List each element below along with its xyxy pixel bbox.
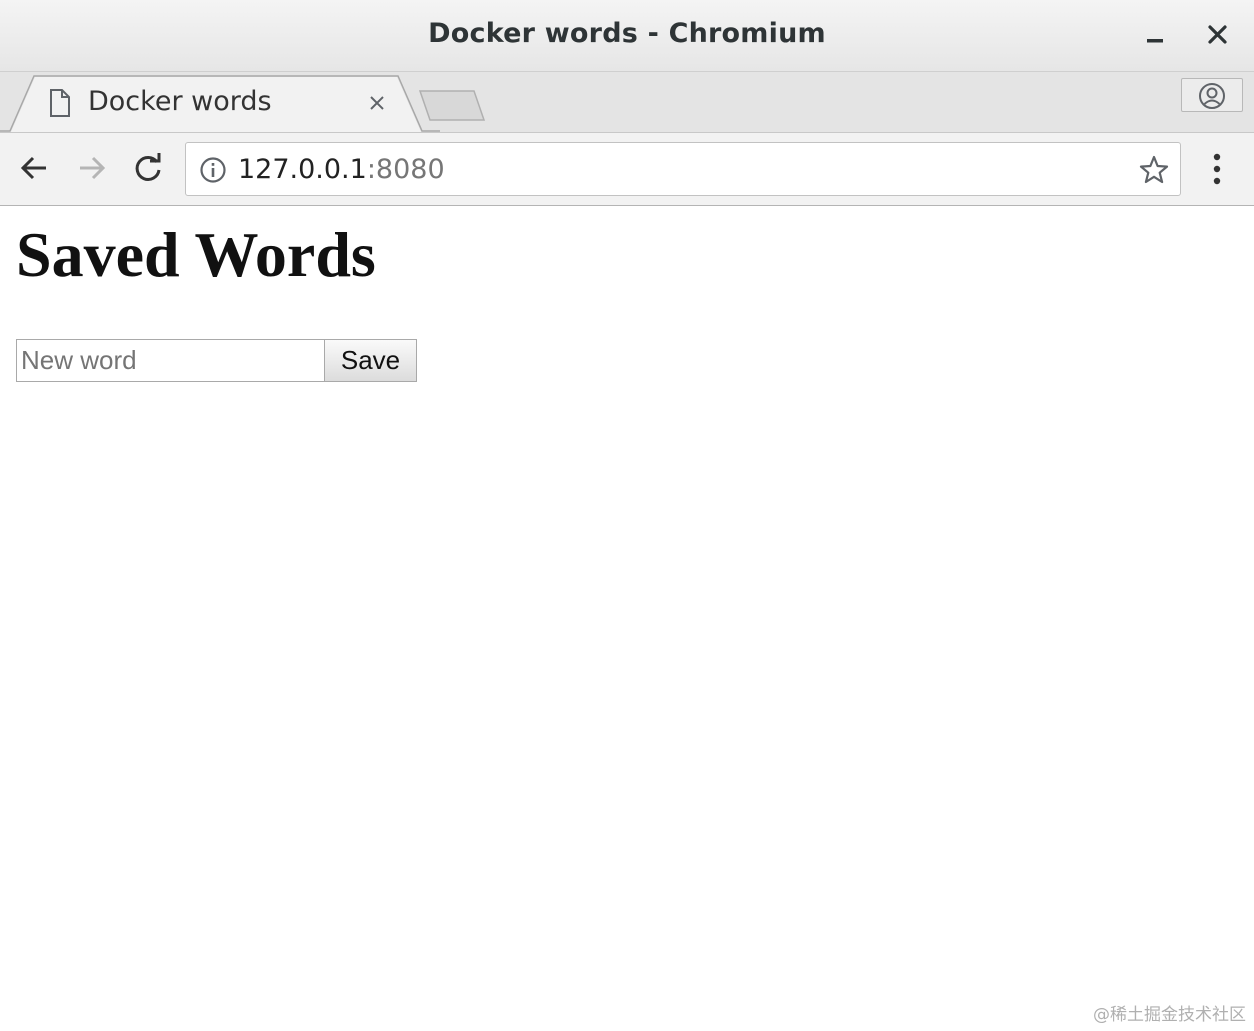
back-button[interactable] xyxy=(18,151,52,185)
close-window-button[interactable] xyxy=(1203,20,1233,50)
new-tab-button[interactable] xyxy=(416,86,488,126)
address-bar[interactable]: 127.0.0.1:8080 xyxy=(185,142,1181,196)
tab-label: Docker words xyxy=(88,86,272,117)
kebab-menu-icon[interactable] xyxy=(1204,150,1230,188)
new-word-input[interactable] xyxy=(16,339,325,382)
person-icon xyxy=(1199,83,1225,109)
url-host: 127.0.0.1 xyxy=(238,154,367,185)
minimize-button[interactable] xyxy=(1141,20,1171,50)
reload-button[interactable] xyxy=(131,151,165,185)
page-icon xyxy=(50,89,70,117)
url-text[interactable]: 127.0.0.1:8080 xyxy=(238,154,445,185)
url-port: :8080 xyxy=(366,154,445,185)
save-button[interactable]: Save xyxy=(324,339,417,382)
tab-close-button[interactable] xyxy=(366,92,388,114)
page-title: Saved Words xyxy=(16,219,376,290)
tab-strip: Docker words xyxy=(0,72,1254,132)
watermark: @稀土掘金技术社区 xyxy=(1093,1005,1246,1025)
window-titlebar: Docker words - Chromium xyxy=(0,0,1254,72)
info-icon[interactable] xyxy=(199,156,227,184)
forward-button[interactable] xyxy=(74,151,108,185)
profile-button[interactable] xyxy=(1181,78,1243,112)
close-icon xyxy=(1208,25,1227,44)
bookmark-star-button[interactable] xyxy=(1138,154,1170,186)
browser-toolbar: 127.0.0.1:8080 xyxy=(0,132,1254,206)
minimize-icon xyxy=(1147,39,1163,43)
window-title: Docker words - Chromium xyxy=(428,18,826,49)
page-content: Saved Words Save @稀土掘金技术社区 xyxy=(0,207,1254,1031)
